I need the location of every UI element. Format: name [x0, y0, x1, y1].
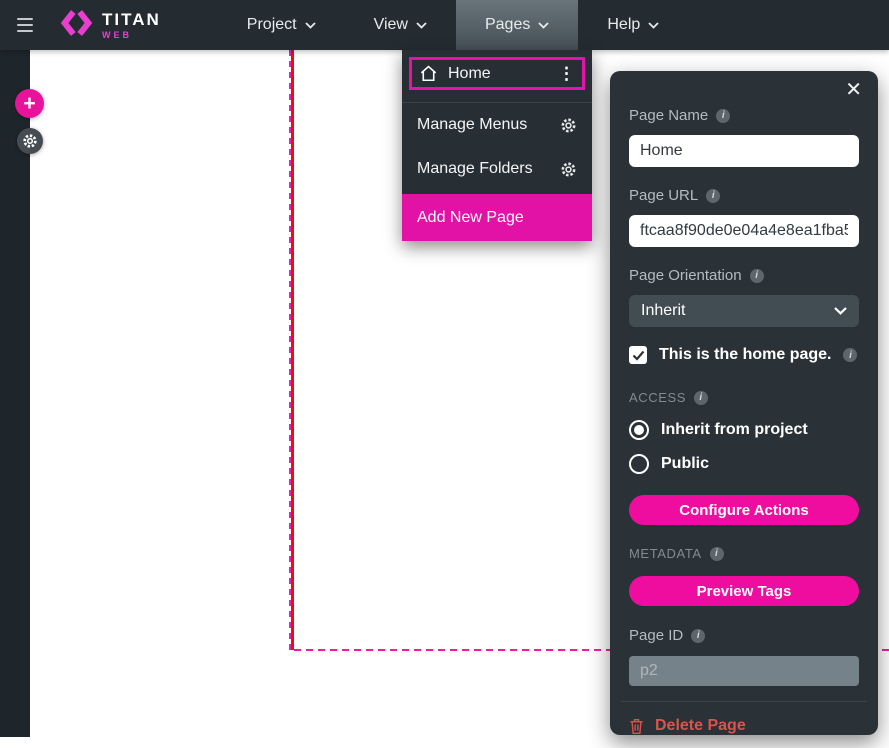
- page-url-input[interactable]: [629, 215, 859, 247]
- panel-divider: [621, 701, 867, 702]
- selected-orientation-value: Inherit: [641, 302, 686, 319]
- metadata-section-label-row: METADATA i: [629, 546, 859, 561]
- main-menu: Project View Pages Help: [218, 0, 688, 50]
- page-orientation-label: Page Orientation: [629, 267, 742, 284]
- chevron-down-icon: [538, 21, 549, 29]
- info-icon[interactable]: i: [709, 546, 724, 561]
- plus-icon: +: [23, 92, 36, 115]
- add-new-page-label: Add New Page: [417, 208, 524, 226]
- home-page-checkbox-row[interactable]: This is the home page. i: [629, 346, 859, 364]
- menu-item-project[interactable]: Project: [218, 0, 345, 50]
- metadata-section-label: METADATA: [629, 546, 702, 561]
- top-navbar: TITAN WEB Project View Pages Help: [0, 0, 889, 50]
- access-option-label: Public: [661, 455, 710, 472]
- titan-diamond-icon: [60, 8, 93, 43]
- menu-item-manage-menus[interactable]: Manage Menus: [402, 103, 592, 147]
- close-icon[interactable]: ✕: [845, 80, 862, 100]
- home-page-label: Home: [448, 64, 491, 82]
- canvas-settings-button[interactable]: [17, 128, 43, 154]
- page-id-label: Page ID: [629, 627, 684, 644]
- page-orientation-label-row: Page Orientation i: [629, 267, 859, 284]
- add-element-button[interactable]: +: [15, 89, 44, 118]
- access-section-label-row: ACCESS i: [629, 390, 859, 405]
- logo-subtitle: WEB: [102, 29, 132, 40]
- page-name-label-row: Page Name i: [629, 107, 859, 124]
- page-id-label-row: Page ID i: [629, 627, 859, 644]
- checkbox-checked-icon[interactable]: [629, 346, 647, 364]
- page-name-label: Page Name: [629, 107, 709, 124]
- info-icon[interactable]: i: [694, 390, 709, 405]
- snap-guide-red-line: [291, 50, 294, 650]
- menu-item-label: Pages: [484, 16, 531, 33]
- kebab-menu-icon[interactable]: ⋮: [558, 65, 575, 82]
- menu-item-add-new-page[interactable]: Add New Page: [402, 194, 592, 241]
- chevron-down-icon: [834, 307, 847, 315]
- info-icon[interactable]: i: [843, 348, 858, 362]
- manage-menus-label: Manage Menus: [417, 116, 528, 133]
- manage-folders-label: Manage Folders: [417, 160, 533, 177]
- menu-item-pages[interactable]: Pages: [455, 0, 579, 50]
- page-url-label-row: Page URL i: [629, 187, 859, 204]
- titan-logo: TITAN WEB: [60, 0, 161, 50]
- hamburger-menu-icon[interactable]: [17, 0, 33, 50]
- radio-selected-icon[interactable]: [629, 420, 649, 440]
- trash-icon: [629, 718, 644, 735]
- home-page-checkbox-label: This is the home page.: [659, 346, 832, 363]
- gear-icon: [560, 117, 577, 134]
- menu-item-help[interactable]: Help: [578, 0, 688, 50]
- page-orientation-select[interactable]: Inherit: [629, 295, 859, 327]
- page-url-label: Page URL: [629, 187, 699, 204]
- menu-item-label: Help: [607, 16, 641, 33]
- gear-icon: [560, 161, 577, 178]
- access-option-inherit[interactable]: Inherit from project: [629, 420, 859, 440]
- info-icon[interactable]: i: [716, 108, 731, 123]
- menu-item-manage-folders[interactable]: Manage Folders: [402, 147, 592, 191]
- page-settings-panel: ✕ Page Name i Page URL i Page Orientatio…: [610, 71, 878, 735]
- menu-item-label: View: [373, 16, 408, 33]
- access-option-public[interactable]: Public: [629, 454, 859, 474]
- menu-item-view[interactable]: View: [345, 0, 456, 50]
- page-id-input[interactable]: [629, 656, 859, 686]
- access-section-label: ACCESS: [629, 390, 687, 405]
- gear-icon: [22, 133, 38, 149]
- pages-dropdown-menu: Home ⋮ Manage Menus Manage Folders Add N…: [402, 50, 592, 241]
- info-icon[interactable]: i: [749, 268, 764, 283]
- info-icon[interactable]: i: [691, 628, 706, 643]
- home-icon: [419, 64, 438, 83]
- access-option-label: Inherit from project: [661, 421, 808, 438]
- logo-title: TITAN: [102, 9, 161, 29]
- info-icon[interactable]: i: [706, 188, 721, 203]
- page-name-input[interactable]: [629, 135, 859, 167]
- radio-unselected-icon[interactable]: [629, 454, 649, 474]
- menu-item-label: Project: [246, 16, 297, 33]
- preview-tags-button[interactable]: Preview Tags: [629, 576, 859, 606]
- delete-page-label: Delete Page: [655, 717, 746, 734]
- chevron-down-icon: [648, 21, 659, 29]
- delete-page-button[interactable]: Delete Page: [629, 717, 859, 735]
- chevron-down-icon: [304, 21, 316, 29]
- menu-item-home-page[interactable]: Home ⋮: [409, 57, 585, 90]
- configure-actions-button[interactable]: Configure Actions: [629, 495, 859, 525]
- chevron-down-icon: [416, 21, 427, 29]
